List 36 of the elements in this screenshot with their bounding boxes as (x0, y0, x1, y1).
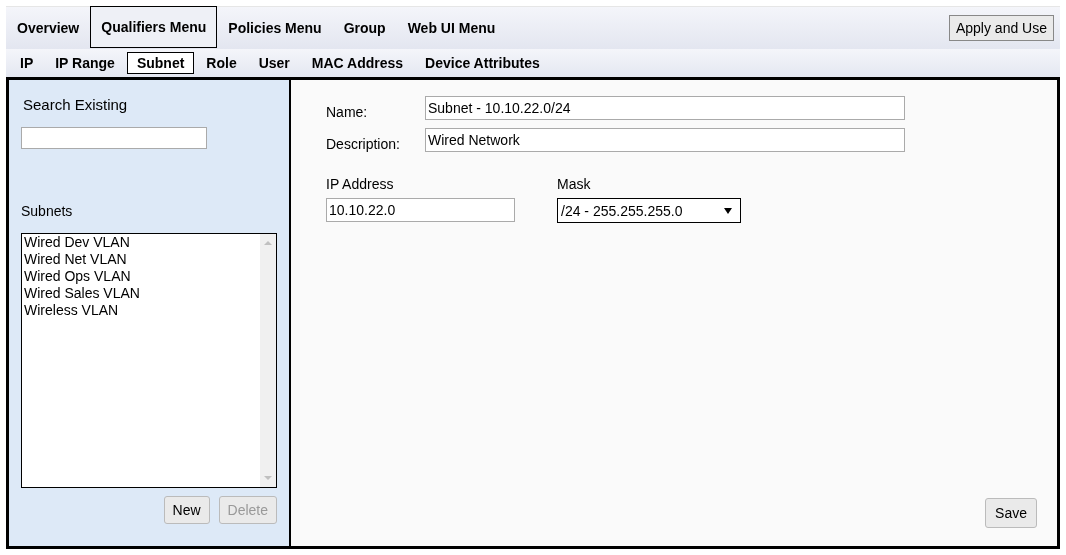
tab[interactable]: Device Attributes (415, 52, 550, 74)
name-field[interactable]: Subnet - 10.10.22.0/24 (425, 96, 905, 120)
name-label: Name: (326, 104, 369, 120)
menu-tab[interactable]: Policies Menu (217, 7, 333, 49)
list-button[interactable]: New (163, 496, 210, 524)
mask-dropdown[interactable]: /24 - 255.255.255.0 (557, 198, 741, 223)
menu-tab[interactable]: Group (332, 7, 397, 49)
list-item[interactable]: Wired Sales VLAN (24, 285, 260, 302)
menu-tab[interactable]: Qualifiers Menu (90, 6, 218, 48)
scroll-up-icon[interactable] (264, 240, 272, 246)
tab[interactable]: Role (196, 52, 247, 74)
tab[interactable]: IP (10, 52, 44, 74)
search-field[interactable] (21, 127, 207, 149)
menu-tab[interactable]: Overview (6, 7, 91, 49)
save-button[interactable]: Save (985, 498, 1037, 528)
list-item[interactable]: Wired Dev VLAN (24, 234, 260, 251)
ip-address-field[interactable]: 10.10.22.0 (326, 198, 515, 222)
dropdown-caret-icon (724, 207, 732, 214)
menu-tab[interactable]: Web UI Menu (396, 7, 507, 49)
tab[interactable]: IP Range (45, 52, 125, 74)
apply-button[interactable]: Apply and Use (948, 15, 1054, 41)
list-item[interactable]: Wireless VLAN (24, 302, 260, 319)
tab[interactable]: User (248, 52, 300, 74)
search-label: Search Existing (23, 96, 129, 113)
scroll-down-icon[interactable] (264, 475, 272, 481)
list-item[interactable]: Wired Net VLAN (24, 251, 260, 268)
scrollbar[interactable] (260, 234, 276, 487)
description-label: Description: (326, 136, 401, 152)
description-field[interactable]: Wired Network (425, 128, 905, 152)
tab[interactable]: MAC Address (301, 52, 414, 74)
list-label: Subnets (21, 203, 74, 219)
subnet-list[interactable]: Wired Dev VLAN Wired Net VLAN Wired Ops VLAN Wired Sales VLAN Wireless VLAN (21, 233, 277, 488)
tab[interactable]: Subnet (126, 52, 195, 74)
list-item[interactable]: Wired Ops VLAN (24, 268, 260, 285)
ip-address-label: IP Address (326, 176, 395, 192)
mask-label: Mask (557, 176, 592, 192)
